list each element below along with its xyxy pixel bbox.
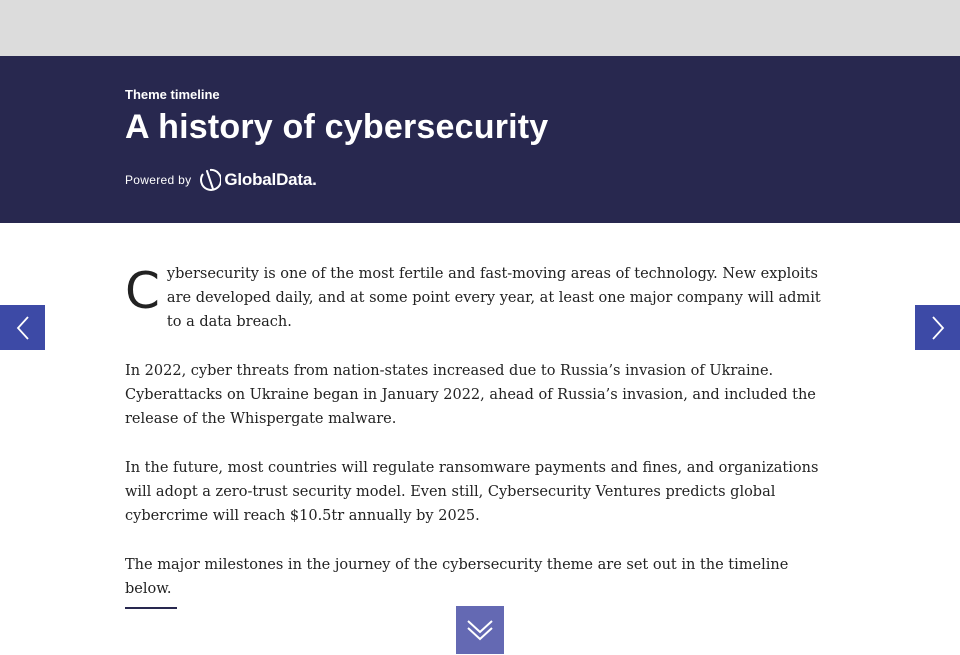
- theme-kicker: Theme timeline: [125, 87, 220, 102]
- powered-by: Powered by GlobalData.: [125, 168, 317, 192]
- scroll-down-button[interactable]: [456, 606, 504, 654]
- globaldata-mark-icon: [200, 168, 222, 191]
- globaldata-logo[interactable]: GlobalData.: [199, 168, 317, 192]
- section-divider: [125, 607, 177, 609]
- intro-text: ybersecurity is one of the most fertile …: [166, 266, 821, 330]
- paragraph-timeline-intro: The major milestones in the journey of t…: [125, 557, 789, 597]
- article-body: Cybersecurity is one of the most fertile…: [125, 262, 837, 626]
- paragraph-2022: In 2022, cyber threats from nation-state…: [125, 363, 816, 427]
- globaldata-name: GlobalData.: [224, 170, 317, 189]
- page-title: A history of cybersecurity: [125, 108, 549, 146]
- chevron-left-icon: [16, 315, 29, 340]
- powered-by-label: Powered by: [125, 173, 192, 187]
- next-button[interactable]: [915, 305, 960, 350]
- hero-banner: Theme timeline A history of cybersecurit…: [0, 56, 960, 223]
- intro-paragraph: Cybersecurity is one of the most fertile…: [125, 262, 837, 334]
- previous-button[interactable]: [0, 305, 45, 350]
- chevron-right-icon: [931, 315, 944, 340]
- paragraph-future: In the future, most countries will regul…: [125, 460, 819, 524]
- double-chevron-down-icon: [467, 620, 493, 641]
- top-bar: [0, 0, 960, 56]
- drop-cap: C: [125, 262, 160, 320]
